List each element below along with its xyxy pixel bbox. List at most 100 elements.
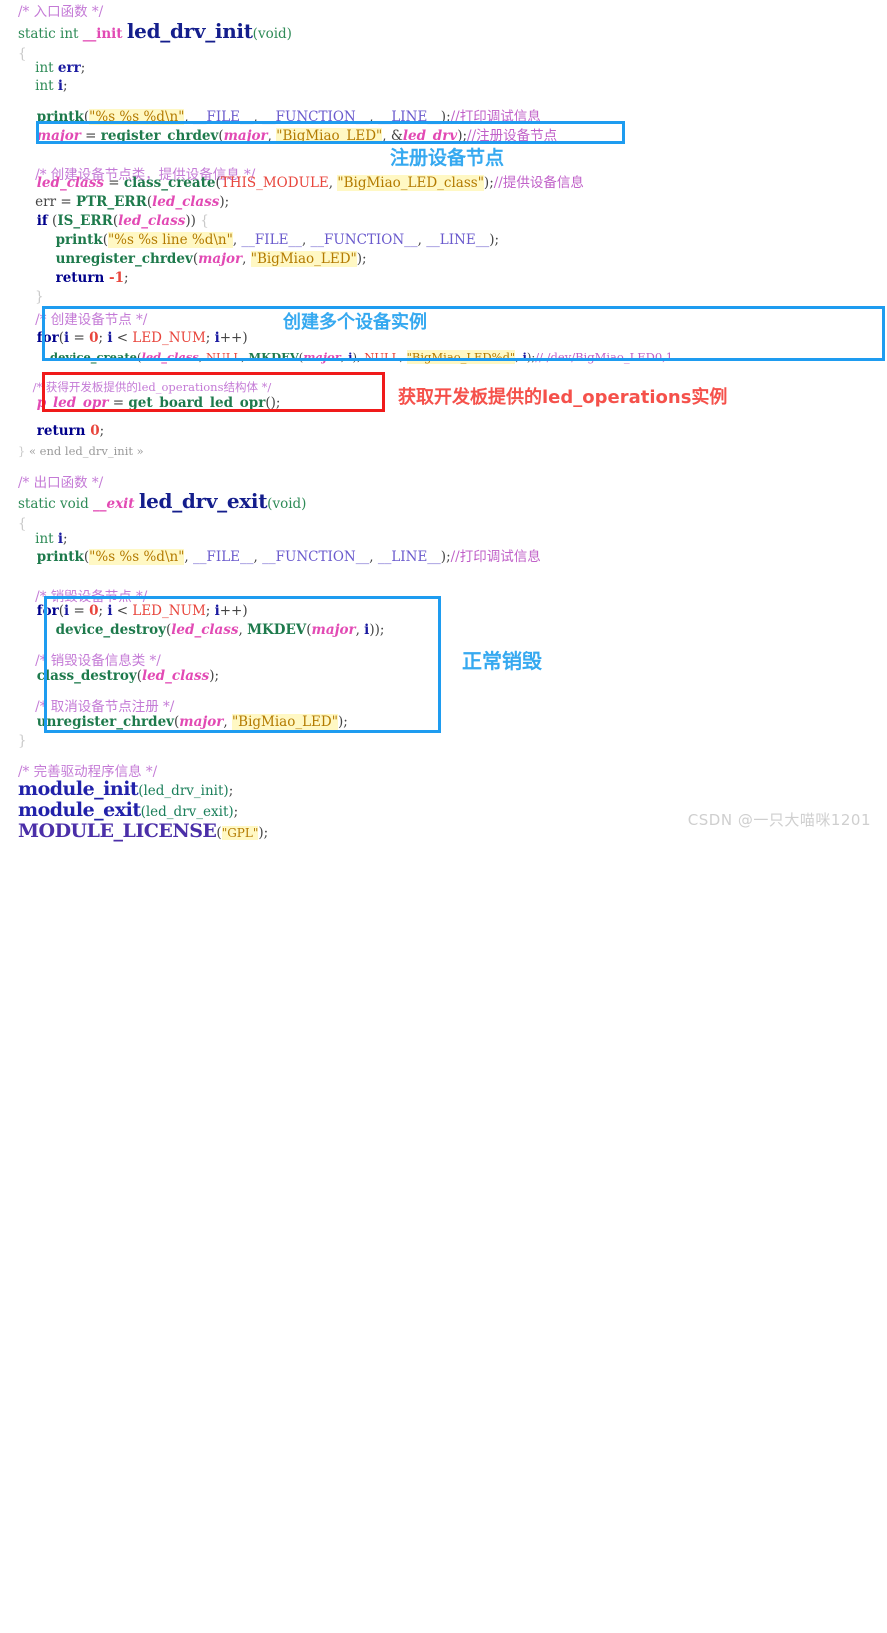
comment-entry-function: /* 入口函数 */ bbox=[18, 4, 104, 20]
call-mkdev: MKDEV bbox=[247, 622, 307, 638]
param-void: (void) bbox=[252, 26, 292, 42]
macro-this-module: THIS_MODULE bbox=[220, 175, 329, 191]
call-register-chrdev: register_chrdev bbox=[100, 128, 219, 144]
macro-function: __FUNCTION__ bbox=[310, 232, 418, 248]
code-line: return 0; bbox=[18, 423, 105, 439]
code-line: device_destroy(led_class, MKDEV(major, i… bbox=[18, 622, 385, 638]
arg-major: major bbox=[303, 350, 341, 364]
keyword-for: for bbox=[18, 330, 59, 346]
literal-zero: 0 bbox=[90, 423, 100, 439]
call-printk: printk bbox=[18, 549, 84, 565]
code-line: } bbox=[0, 731, 27, 751]
arg-led-drv: led_drv bbox=[402, 128, 458, 144]
code-line: class_destroy(led_class); bbox=[18, 668, 220, 684]
keyword-static-int: static int bbox=[18, 26, 83, 42]
string-class-name: "BigMiao_LED_class" bbox=[337, 175, 484, 191]
string-gpl: "GPL" bbox=[221, 826, 259, 840]
arg-major: major bbox=[223, 128, 268, 144]
macro-line: __LINE__ bbox=[426, 232, 490, 248]
keyword-int: int bbox=[18, 78, 58, 94]
macro-file: __FILE__ bbox=[193, 549, 254, 565]
arg-led-class: led_class bbox=[171, 622, 239, 638]
macro-module-license: MODULE_LICENSE bbox=[18, 820, 217, 842]
arg-major: major bbox=[311, 622, 356, 638]
call-unregister-chrdev: unregister_chrdev bbox=[18, 251, 193, 267]
call-printk: printk bbox=[18, 232, 103, 248]
keyword-static-void: static void bbox=[18, 496, 94, 512]
call-device-create: device_create bbox=[18, 350, 137, 364]
macro-module-exit: module_exit bbox=[18, 799, 141, 821]
code-line: /* 入口函数 */ bbox=[0, 2, 103, 22]
brace-close: } bbox=[18, 733, 27, 749]
call-printk: printk bbox=[18, 109, 84, 125]
macro-function: __FUNCTION__ bbox=[262, 109, 370, 125]
code-line: } « end led_drv_init » bbox=[0, 441, 144, 461]
code-line: module_exit(led_drv_exit); bbox=[18, 799, 239, 821]
code-line: return -1; bbox=[18, 270, 129, 286]
trailing-comment-debug: //打印调试信息 bbox=[450, 109, 541, 125]
code-line: for(i = 0; i < LED_NUM; i++) bbox=[18, 330, 248, 346]
code-line: p_led_opr = get_board_led_opr(); bbox=[18, 395, 281, 411]
call-unregister-chrdev: unregister_chrdev bbox=[18, 714, 175, 730]
macro-function: __FUNCTION__ bbox=[262, 549, 370, 565]
arg-led-class: led_class bbox=[141, 350, 199, 364]
var-major: major bbox=[18, 128, 81, 144]
anno-register-node: 注册设备节点 bbox=[390, 147, 505, 169]
code-line: err = PTR_ERR(led_class); bbox=[18, 194, 230, 210]
anno-get-ops: 获取开发板提供的led_operations实例 bbox=[398, 387, 728, 408]
code-line: if (IS_ERR(led_class)) { bbox=[18, 213, 209, 229]
macro-module-init: module_init bbox=[18, 778, 139, 800]
anno-normal-destroy: 正常销毁 bbox=[462, 649, 542, 673]
macro-file: __FILE__ bbox=[193, 109, 254, 125]
keyword-int: int bbox=[18, 60, 58, 76]
call-class-destroy: class_destroy bbox=[18, 668, 137, 684]
arg-led-class: led_class bbox=[152, 194, 220, 210]
macro-null: NULL bbox=[206, 350, 242, 364]
anno-create-devices: 创建多个设备实例 bbox=[283, 312, 427, 333]
trailing-comment-debug: //打印调试信息 bbox=[450, 549, 541, 565]
code-line: for(i = 0; i < LED_NUM; i++) bbox=[18, 603, 248, 619]
arg-led-drv-exit: (led_drv_exit) bbox=[140, 804, 234, 820]
var-led-class: led_class bbox=[18, 175, 105, 191]
comment-create-node bbox=[18, 312, 35, 328]
string-format-line: "%s %s line %d\n" bbox=[107, 232, 233, 248]
var-err: err bbox=[57, 60, 81, 76]
macro-file: __FILE__ bbox=[241, 232, 302, 248]
trailing-comment-provide: //提供设备信息 bbox=[493, 175, 584, 191]
code-line: unregister_chrdev(major, "BigMiao_LED"); bbox=[18, 714, 348, 730]
keyword-return: return bbox=[18, 423, 91, 439]
literal-minus-one: -1 bbox=[108, 270, 124, 286]
brace-close: } bbox=[18, 289, 44, 305]
call-get-board-led-opr: get_board_led_opr bbox=[128, 395, 266, 411]
macro-led-num: LED_NUM bbox=[132, 603, 206, 619]
code-line: device_create(led_class, NULL, MKDEV(maj… bbox=[18, 350, 685, 364]
code-listing: /* 入口函数 */ static int __init led_drv_ini… bbox=[0, 0, 887, 844]
string-format-debug: "%s %s %d\n" bbox=[89, 109, 185, 125]
call-is-err: IS_ERR bbox=[57, 213, 113, 229]
macro-line: __LINE__ bbox=[377, 549, 441, 565]
call-mkdev: MKDEV bbox=[248, 350, 299, 364]
code-line: led_class = class_create(THIS_MODULE, "B… bbox=[18, 175, 584, 191]
macro-line: __LINE__ bbox=[377, 109, 441, 125]
arg-led-class: led_class bbox=[118, 213, 186, 229]
arg-major: major bbox=[198, 251, 243, 267]
end-marker-init: « end led_drv_init » bbox=[28, 444, 144, 458]
keyword-if: if bbox=[18, 213, 48, 229]
comment-exit-function: /* 出口函数 */ bbox=[18, 475, 104, 491]
code-line: } bbox=[0, 287, 44, 307]
function-name-led-drv-exit: led_drv_exit bbox=[138, 489, 268, 513]
string-device-fmt: "BigMiao_LED%d" bbox=[406, 350, 516, 364]
code-line: MODULE_LICENSE("GPL"); bbox=[18, 820, 269, 842]
trailing-comment-register: //注册设备节点 bbox=[467, 128, 558, 144]
call-device-destroy: device_destroy bbox=[18, 622, 166, 638]
assign-err: err = bbox=[18, 194, 76, 210]
trailing-comment-devpath: // /dev/BigMiao_LED0,1... bbox=[535, 350, 685, 364]
string-device-name: "BigMiao_LED" bbox=[250, 251, 357, 267]
arg-led-class: led_class bbox=[141, 668, 210, 684]
string-format-debug: "%s %s %d\n" bbox=[89, 549, 185, 565]
code-line: printk("%s %s %d\n", __FILE__, __FUNCTIO… bbox=[18, 109, 541, 125]
string-device-name: "BigMiao_LED" bbox=[231, 714, 338, 730]
function-name-led-drv-init: led_drv_init bbox=[126, 19, 253, 43]
macro-led-num: LED_NUM bbox=[132, 330, 206, 346]
csdn-watermark: CSDN @一只大喵咪1201 bbox=[687, 811, 871, 829]
